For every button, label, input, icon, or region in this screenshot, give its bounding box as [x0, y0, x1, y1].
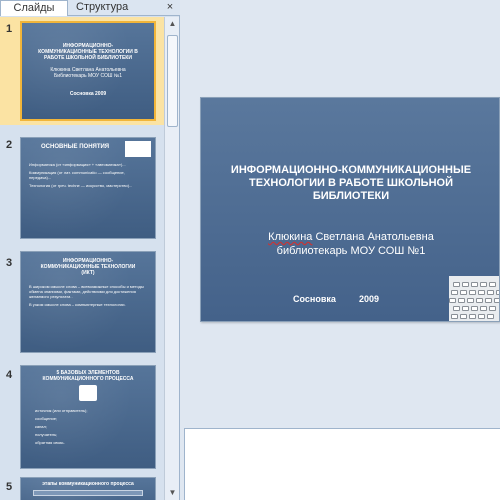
thumb-bullets: Информатика (от «информация» + «автомати…: [21, 158, 155, 195]
thumb-bullet: источник (или отправитель);: [35, 408, 88, 413]
thumb-subtitle: Клюкина Светлана Анатольевна Библиотекар…: [50, 67, 126, 79]
scroll-up-icon[interactable]: ▲: [165, 17, 180, 31]
thumb-bullet: Информатика (от «информация» + «автомати…: [29, 162, 126, 167]
author-position: библиотекарь МОУ СОШ №1: [276, 245, 426, 257]
thumb-bullet: обратная связь.: [35, 440, 65, 445]
thumbnail-row-4[interactable]: 4 5 БАЗОВЫХ ЭЛЕМЕНТОВ КОММУНИКАЦИОННОГО …: [0, 363, 164, 479]
thumb-bullet: получатель;: [35, 432, 58, 437]
slide-number: 5: [6, 481, 13, 493]
thumb-box: [33, 490, 143, 496]
footer-year[interactable]: 2009: [359, 294, 379, 304]
slide-editor[interactable]: ИНФОРМАЦИОННО-КОММУНИКАЦИОННЫЕ ТЕХНОЛОГИ…: [180, 0, 500, 425]
thumb-title: ИНФОРМАЦИОННО-КОММУНИКАЦИОННЫЕ ТЕХНОЛОГИ…: [40, 258, 136, 276]
author-surname: Клюкина: [268, 231, 313, 243]
thumb-title: ИНФОРМАЦИОННО-КОММУНИКАЦИОННЫЕ ТЕХНОЛОГИ…: [38, 43, 138, 61]
thumbnail-list: 1 ИНФОРМАЦИОННО-КОММУНИКАЦИОННЫЕ ТЕХНОЛО…: [0, 17, 164, 500]
keyboard-image[interactable]: [449, 276, 499, 321]
slide-thumbnail-3[interactable]: ИНФОРМАЦИОННО-КОММУНИКАЦИОННЫЕ ТЕХНОЛОГИ…: [20, 251, 156, 353]
thumb-bullets: источник (или отправитель); сообщение; к…: [21, 404, 155, 452]
thumb-bullet: В узком смысле слова – компьютерные техн…: [29, 302, 126, 307]
thumbnail-row-1[interactable]: 1 ИНФОРМАЦИОННО-КОММУНИКАЦИОННЫЕ ТЕХНОЛО…: [0, 17, 164, 125]
thumbnail-row-2[interactable]: 2 ОСНОВНЫЕ ПОНЯТИЯ Информатика (от «инфо…: [0, 133, 164, 245]
thumb-image: [79, 385, 97, 401]
slide-number: 2: [6, 139, 13, 151]
tab-outline[interactable]: Структура: [72, 0, 152, 16]
thumb-bullet: Технология (от греч. techne — искусство,…: [29, 183, 133, 188]
main-slide[interactable]: ИНФОРМАЦИОННО-КОММУНИКАЦИОННЫЕ ТЕХНОЛОГИ…: [200, 97, 500, 322]
thumb-image: [125, 141, 151, 157]
footer-place[interactable]: Сосновка: [293, 294, 336, 304]
slides-pane: Слайды Структура × 1 ИНФОРМАЦИОННО-КОММУ…: [0, 0, 180, 500]
slide-title[interactable]: ИНФОРМАЦИОННО-КОММУНИКАЦИОННЫЕ ТЕХНОЛОГИ…: [221, 164, 481, 203]
thumb-bullet: В широком смысле слова – всевозможные сп…: [29, 284, 144, 299]
slide-number: 4: [6, 369, 13, 381]
slide-subtitle[interactable]: Клюкина Светлана Анатольевна библиотекар…: [221, 230, 481, 258]
tab-slides[interactable]: Слайды: [0, 0, 68, 16]
thumbnail-row-5[interactable]: 5 этапы коммуникационного процесса: [0, 475, 164, 500]
scroll-down-icon[interactable]: ▼: [165, 486, 180, 500]
slide-thumbnail-4[interactable]: 5 БАЗОВЫХ ЭЛЕМЕНТОВ КОММУНИКАЦИОННОГО ПР…: [20, 365, 156, 469]
slide-number: 3: [6, 257, 13, 269]
pane-tabs: Слайды Структура ×: [0, 0, 180, 16]
thumb-title: 5 БАЗОВЫХ ЭЛЕМЕНТОВ КОММУНИКАЦИОННОГО ПР…: [42, 370, 134, 382]
slide-thumbnail-5[interactable]: этапы коммуникационного процесса: [20, 477, 156, 500]
notes-pane[interactable]: [184, 428, 500, 500]
slide-thumbnail-2[interactable]: ОСНОВНЫЕ ПОНЯТИЯ Информатика (от «информ…: [20, 137, 156, 239]
thumb-bullet: Коммуникация (от лат. communicatio — соо…: [29, 170, 125, 180]
thumb-bullets: В широком смысле слова – всевозможные сп…: [21, 280, 155, 314]
thumbnail-row-3[interactable]: 3 ИНФОРМАЦИОННО-КОММУНИКАЦИОННЫЕ ТЕХНОЛО…: [0, 251, 164, 363]
thumb-title: этапы коммуникационного процесса: [42, 481, 134, 487]
slide-thumbnail-1[interactable]: ИНФОРМАЦИОННО-КОММУНИКАЦИОННЫЕ ТЕХНОЛОГИ…: [20, 21, 156, 121]
thumb-bullet: сообщение;: [35, 416, 58, 421]
thumb-footer: Сосновка 2009: [69, 91, 107, 97]
slide-number: 1: [6, 23, 13, 35]
author-given-names: Светлана Анатольевна: [312, 231, 434, 243]
scroll-thumb[interactable]: [167, 35, 178, 127]
close-pane-icon[interactable]: ×: [162, 0, 178, 16]
thumbnail-scrollbar[interactable]: ▲ ▼: [164, 17, 179, 500]
thumb-bullet: канал;: [35, 424, 47, 429]
